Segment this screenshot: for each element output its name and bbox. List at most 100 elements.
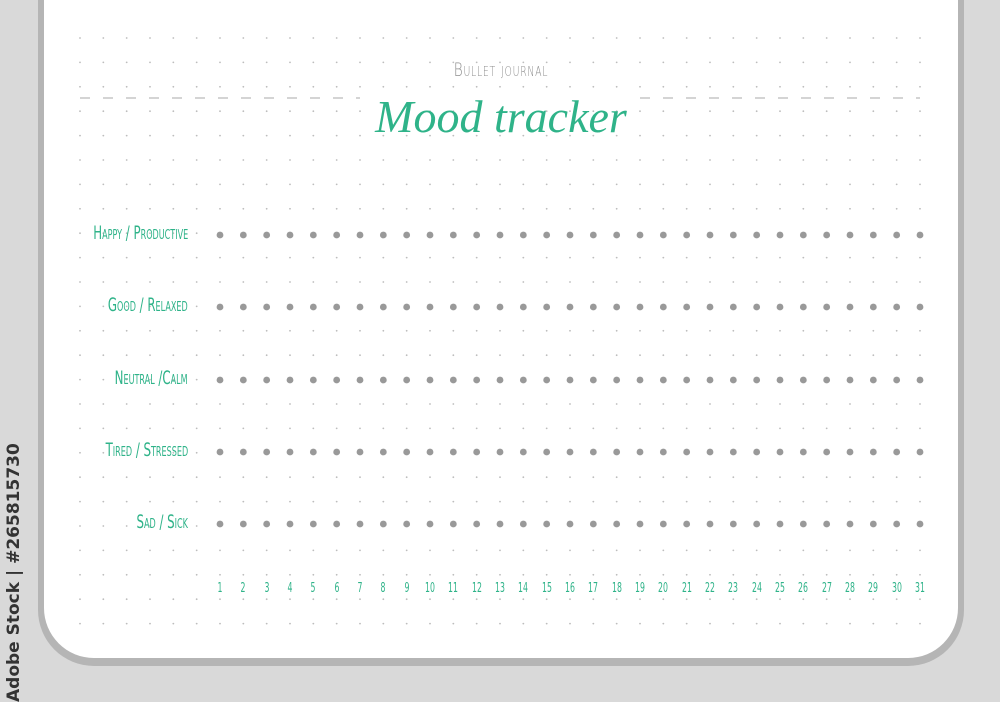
grid-dot	[895, 500, 898, 503]
grid-dot	[172, 500, 175, 503]
grid-dot	[895, 329, 898, 332]
mood-day-dot	[799, 303, 807, 311]
grid-dot	[872, 256, 875, 259]
grid-dot	[895, 427, 898, 430]
mood-day-dot	[659, 448, 667, 456]
grid-dot	[499, 573, 501, 576]
grid-dot	[475, 598, 478, 601]
grid-dot	[569, 85, 571, 88]
grid-dot	[265, 598, 268, 601]
mood-day-dot	[659, 520, 667, 528]
grid-dot	[125, 598, 128, 601]
grid-dot	[102, 281, 105, 283]
grid-dot	[919, 159, 921, 161]
grid-dot	[149, 159, 151, 161]
mood-day-dot	[263, 448, 271, 456]
mood-day-dot	[356, 231, 364, 239]
grid-dot	[102, 61, 105, 64]
grid-dot	[849, 354, 851, 357]
grid-dot	[172, 622, 175, 625]
grid-dot	[732, 573, 735, 576]
mood-day-dot	[893, 448, 901, 456]
mood-day-dot	[379, 520, 387, 528]
grid-dot	[685, 403, 688, 405]
mood-day-dot	[356, 448, 364, 456]
grid-dot	[125, 61, 128, 64]
grid-dot	[265, 500, 268, 503]
mood-day-dot	[799, 231, 807, 239]
grid-dot	[219, 159, 221, 161]
mood-day-dot	[776, 376, 784, 384]
mood-day-dot	[286, 448, 294, 456]
grid-dot	[125, 427, 128, 430]
mood-day-dot	[473, 303, 481, 311]
grid-dot	[195, 329, 198, 332]
grid-dot	[849, 37, 851, 39]
grid-dot	[312, 500, 315, 503]
grid-dot	[709, 329, 711, 332]
grid-dot	[125, 207, 128, 210]
mood-day-dot	[893, 376, 901, 384]
day-number: 3	[264, 581, 270, 596]
grid-dot	[289, 549, 291, 552]
grid-dot	[779, 256, 781, 259]
grid-dot	[102, 598, 105, 601]
grid-dot	[802, 256, 805, 259]
grid-dot	[872, 85, 875, 88]
grid-dot	[242, 476, 245, 479]
grid-dot	[242, 403, 245, 405]
grid-dot	[569, 622, 571, 625]
grid-dot	[219, 85, 221, 88]
grid-dot	[149, 403, 151, 405]
grid-dot	[219, 37, 221, 39]
grid-dot	[569, 427, 571, 430]
grid-dot	[125, 256, 128, 259]
grid-dot	[429, 183, 431, 186]
grid-dot	[382, 329, 385, 332]
grid-dot	[149, 61, 151, 64]
mood-label: Sad / Sick	[136, 511, 188, 533]
grid-dot	[802, 573, 805, 576]
grid-dot	[79, 37, 81, 39]
grid-dot	[335, 85, 338, 88]
grid-dot	[335, 207, 338, 210]
grid-dot	[452, 329, 455, 332]
grid-dot	[639, 183, 641, 186]
mood-day-dot	[869, 520, 877, 528]
mood-day-dot	[566, 448, 574, 456]
mood-day-dot	[543, 303, 551, 311]
day-number: 20	[658, 581, 669, 596]
mood-day-dot	[216, 520, 224, 528]
day-number: 19	[635, 581, 645, 596]
grid-dot	[172, 281, 175, 283]
journal-page: Bullet journal Mood tracker Happy / Prod…	[38, 0, 964, 666]
grid-dot	[919, 476, 921, 479]
grid-dot	[895, 354, 898, 357]
day-number: 5	[310, 581, 316, 596]
grid-dot	[335, 403, 338, 405]
grid-dot	[569, 207, 571, 210]
grid-dot	[79, 232, 81, 235]
grid-dot	[639, 329, 641, 332]
grid-dot	[312, 37, 315, 39]
grid-dot	[219, 598, 221, 601]
grid-dot	[405, 37, 408, 39]
grid-dot	[522, 329, 525, 332]
mood-day-dot	[753, 520, 761, 528]
grid-dot	[662, 476, 665, 479]
grid-dot	[452, 476, 455, 479]
grid-dot	[779, 85, 781, 88]
grid-dot	[639, 207, 641, 210]
grid-dot	[662, 598, 665, 601]
grid-dot	[592, 207, 595, 210]
grid-dot	[405, 207, 408, 210]
grid-dot	[615, 256, 618, 259]
subtitle: Bullet journal	[453, 59, 549, 81]
grid-dot	[849, 622, 851, 625]
grid-dot	[429, 549, 431, 552]
grid-dot	[639, 256, 641, 259]
mood-day-dot	[403, 520, 411, 528]
grid-dot	[522, 500, 525, 503]
grid-dot	[849, 427, 851, 430]
grid-dot	[895, 622, 898, 625]
